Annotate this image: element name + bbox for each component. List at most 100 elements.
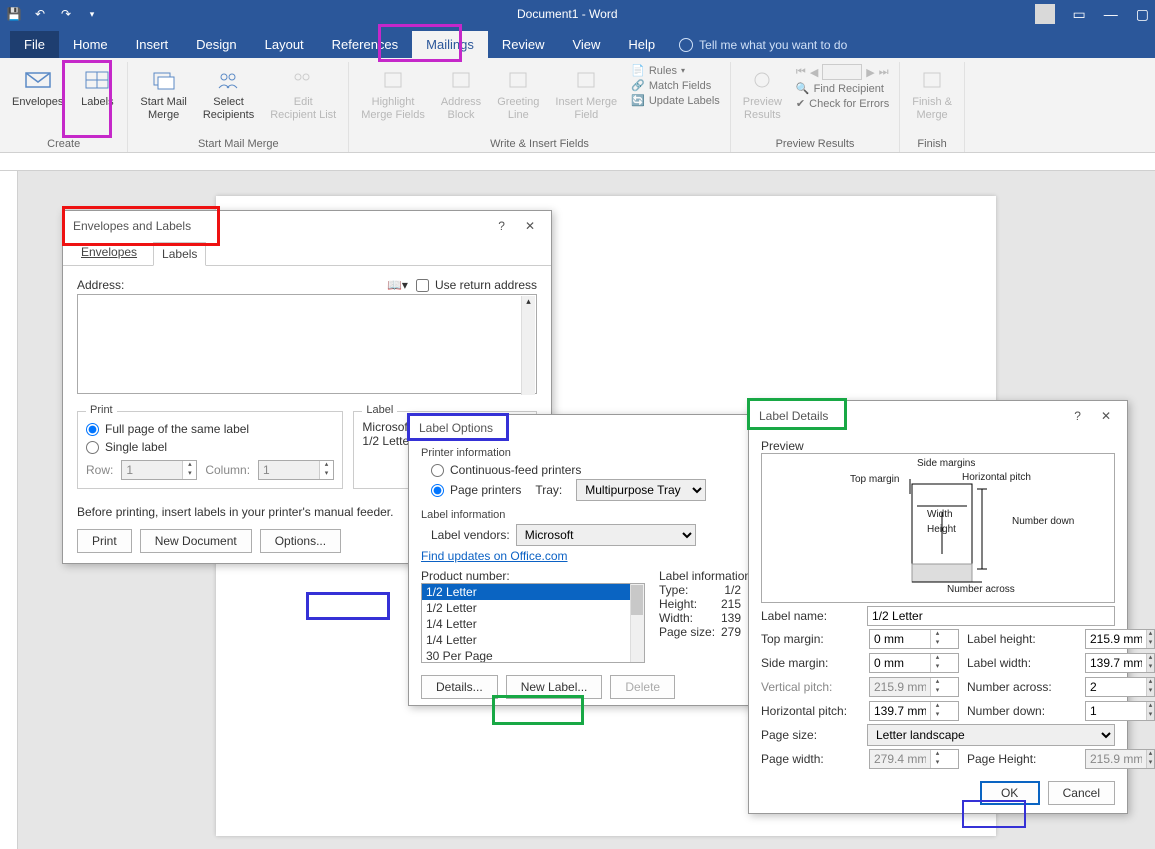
product-listbox[interactable]: 1/2 Letter 1/2 Letter 1/4 Letter 1/4 Let…: [421, 583, 645, 663]
address-block-label: Address Block: [441, 96, 481, 122]
label-info-heading: Label information: [421, 509, 741, 521]
sidemargin-spinner[interactable]: ▴▾: [869, 653, 959, 673]
numacross-label: Number across:: [967, 680, 1077, 694]
numacross-spinner[interactable]: ▴▾: [1085, 677, 1155, 697]
maximize-icon[interactable]: ▢: [1136, 6, 1149, 23]
undo-icon[interactable]: ↶: [32, 6, 48, 22]
tab-layout[interactable]: Layout: [251, 31, 318, 58]
help-icon[interactable]: ?: [1074, 409, 1081, 423]
envelopes-button[interactable]: Envelopes: [6, 62, 69, 113]
address-block-button: Address Block: [435, 62, 487, 126]
use-return-label: Use return address: [435, 278, 537, 292]
tell-me[interactable]: Tell me what you want to do: [669, 32, 857, 58]
tab-view[interactable]: View: [558, 31, 614, 58]
start-mail-merge-button[interactable]: Start Mail Merge: [134, 62, 192, 126]
save-icon[interactable]: 💾: [6, 6, 22, 22]
column-label: Column:: [205, 463, 250, 477]
single-label-radio[interactable]: Single label: [86, 438, 334, 456]
tray-select[interactable]: Multipurpose Tray: [576, 479, 706, 501]
select-recipients-button[interactable]: Select Recipients: [197, 62, 260, 126]
edit-list-icon: [289, 66, 317, 94]
list-item[interactable]: 1/4 Letter: [422, 616, 644, 632]
group-label-preview: Preview Results: [776, 136, 855, 152]
printer-info-heading: Printer information: [421, 447, 741, 459]
cancel-button[interactable]: Cancel: [1048, 781, 1115, 805]
list-item[interactable]: 30 Per Page: [422, 648, 644, 663]
tab-envelopes[interactable]: Envelopes: [73, 241, 145, 265]
titlebar: 💾 ↶ ↷ ▾ Document1 - Word ▭ — ▢: [0, 0, 1155, 28]
recipients-icon: [215, 66, 243, 94]
tray-label: Tray:: [535, 483, 562, 497]
ribbon-group-create: Envelopes Labels Create: [0, 62, 128, 152]
list-item[interactable]: 1/2 Letter: [422, 600, 644, 616]
listbox-scrollbar[interactable]: [630, 584, 644, 662]
ribbon-group-writefields: Highlight Merge Fields Address Block Gre…: [349, 62, 731, 152]
group-label-finish: Finish: [917, 136, 946, 152]
user-avatar-icon[interactable]: [1035, 4, 1055, 24]
find-updates-link[interactable]: Find updates on Office.com: [421, 549, 568, 563]
help-icon[interactable]: ?: [498, 219, 505, 233]
minimize-icon[interactable]: —: [1104, 6, 1118, 22]
options-button[interactable]: Options...: [260, 529, 341, 553]
tab-help[interactable]: Help: [614, 31, 669, 58]
page-printers-radio[interactable]: Page printers: [431, 481, 521, 499]
sidemargin-label: Side margin:: [761, 656, 861, 670]
hpitch-spinner[interactable]: ▴▾: [869, 701, 959, 721]
pagesize-label2: Page size:: [761, 728, 861, 742]
textarea-scrollbar[interactable]: ▴: [521, 296, 535, 395]
new-label-button[interactable]: New Label...: [506, 675, 603, 699]
vpitch-spinner: ▴▾: [869, 677, 959, 697]
qat-dropdown-icon[interactable]: ▾: [84, 6, 100, 22]
pagesize-select[interactable]: Letter landscape: [867, 724, 1115, 746]
redo-icon[interactable]: ↷: [58, 6, 74, 22]
new-document-button[interactable]: New Document: [140, 529, 252, 553]
numdown-label: Number down:: [967, 704, 1077, 718]
width-label: Width:: [659, 611, 693, 625]
match-label: Match Fields: [649, 80, 711, 92]
address-textarea[interactable]: [77, 294, 537, 394]
use-return-address-checkbox[interactable]: Use return address: [416, 276, 537, 294]
labelname-input[interactable]: [867, 606, 1115, 626]
horizontal-ruler: [0, 153, 1155, 171]
type-label: Type:: [659, 583, 688, 597]
tab-envelopes-label: Envelopes: [81, 245, 137, 259]
list-item[interactable]: 1/2 Letter: [422, 584, 644, 600]
ribbon-tabs: File Home Insert Design Layout Reference…: [0, 28, 1155, 58]
labelheight-spinner[interactable]: ▴▾: [1085, 629, 1155, 649]
tab-mailings[interactable]: Mailings: [412, 31, 488, 58]
record-number-input: [822, 64, 862, 80]
ok-button[interactable]: OK: [980, 781, 1040, 805]
group-label-create: Create: [47, 136, 80, 152]
full-page-radio[interactable]: Full page of the same label: [86, 420, 334, 438]
tab-file[interactable]: File: [10, 31, 59, 58]
topmargin-spinner[interactable]: ▴▾: [869, 629, 959, 649]
tab-home[interactable]: Home: [59, 31, 122, 58]
tab-design[interactable]: Design: [182, 31, 250, 58]
labelwidth-spinner[interactable]: ▴▾: [1085, 653, 1155, 673]
print-button[interactable]: Print: [77, 529, 132, 553]
vpitch-label: Vertical pitch:: [761, 680, 861, 694]
address-book-icon[interactable]: 📖▾: [387, 278, 408, 292]
update-label: Update Labels: [649, 95, 720, 107]
env-dialog-title: Envelopes and Labels: [73, 219, 191, 233]
close-icon[interactable]: ✕: [1095, 407, 1117, 425]
tab-insert[interactable]: Insert: [122, 31, 183, 58]
vendors-label: Label vendors:: [431, 528, 510, 542]
labels-button[interactable]: Labels: [73, 62, 121, 113]
tab-references[interactable]: References: [318, 31, 412, 58]
edit-list-label: Edit Recipient List: [270, 96, 336, 122]
tab-review[interactable]: Review: [488, 31, 559, 58]
vendors-select[interactable]: Microsoft: [516, 524, 696, 546]
continuous-feed-radio[interactable]: Continuous-feed printers: [431, 461, 741, 479]
greeting-icon: [504, 66, 532, 94]
close-icon[interactable]: ✕: [519, 217, 541, 235]
tab-labels[interactable]: Labels: [153, 242, 206, 266]
numdown-spinner[interactable]: ▴▾: [1085, 701, 1155, 721]
single-label-label: Single label: [105, 440, 167, 454]
details-button[interactable]: Details...: [421, 675, 498, 699]
ribbon-display-icon[interactable]: ▭: [1073, 6, 1086, 23]
list-item[interactable]: 1/4 Letter: [422, 632, 644, 648]
delete-button: Delete: [610, 675, 675, 699]
group-label-startmerge: Start Mail Merge: [198, 136, 279, 152]
topmargin-label: Top margin:: [761, 632, 861, 646]
